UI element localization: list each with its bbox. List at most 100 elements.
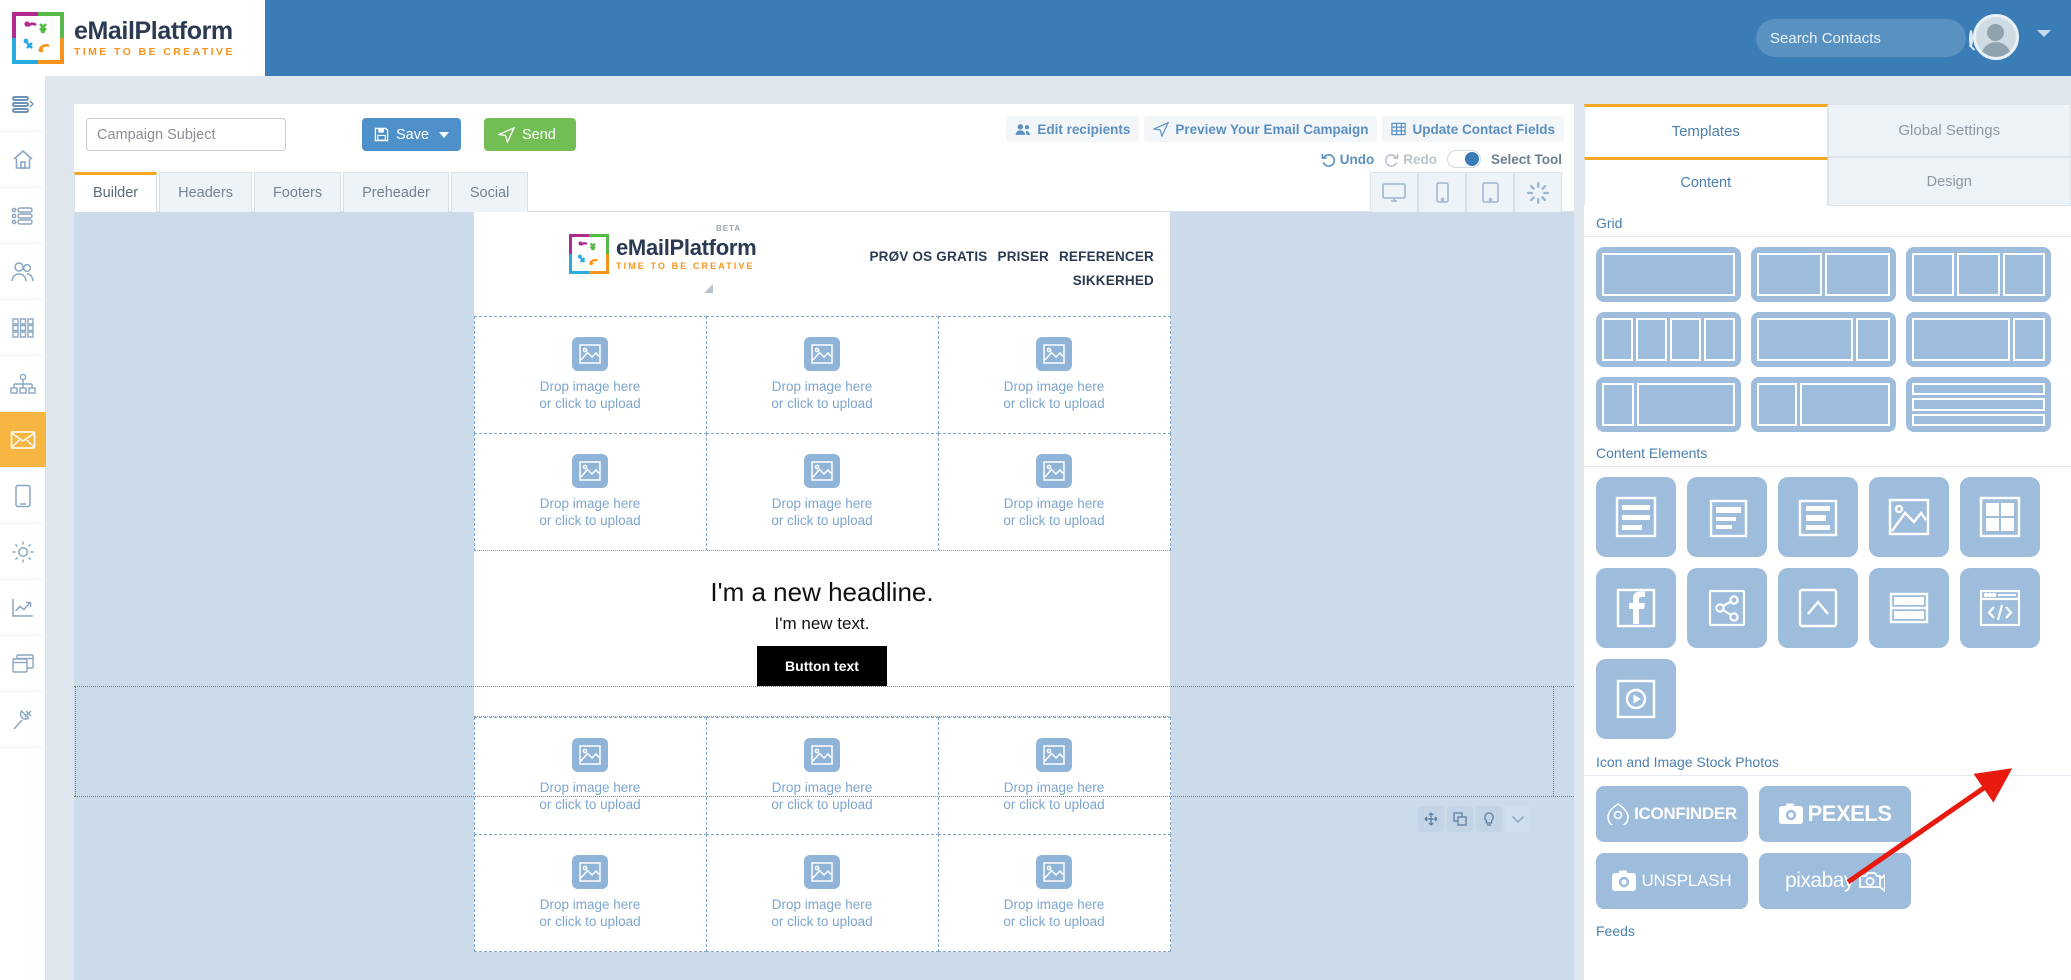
gallery-block-element[interactable] — [1960, 477, 2040, 557]
send-button[interactable]: Send — [484, 118, 576, 151]
block-tips-button[interactable] — [1476, 806, 1502, 832]
loading-preview-button[interactable] — [1514, 172, 1562, 212]
search-contacts-box[interactable] — [1756, 19, 1973, 57]
save-button[interactable]: Save — [362, 118, 462, 151]
grid-4-column[interactable] — [1596, 312, 1741, 367]
image-drop-cell[interactable]: Drop image here or click to upload — [937, 432, 1171, 551]
grid-wide-narrow-2[interactable] — [1906, 312, 2051, 367]
sidebar-item-campaigns[interactable] — [0, 412, 46, 468]
grid-three-rows[interactable] — [1906, 377, 2051, 432]
tab-templates[interactable]: Templates — [1584, 104, 1828, 157]
image-drop-cell[interactable]: Drop image here or click to upload — [705, 315, 939, 434]
drop-image-line1: Drop image here — [539, 495, 641, 511]
image-drop-cell[interactable]: Drop image here or click to upload — [705, 432, 939, 551]
search-input[interactable] — [1770, 29, 1969, 47]
text-block-element[interactable] — [1596, 477, 1676, 557]
headline-block[interactable]: I'm a new headline. I'm new text. Button… — [474, 550, 1170, 717]
tab-headers[interactable]: Headers — [159, 172, 252, 212]
tab-global-settings[interactable]: Global Settings — [1827, 104, 2071, 157]
tab-content[interactable]: Content — [1584, 157, 1828, 206]
text-block-alt-element[interactable] — [1687, 477, 1767, 557]
image-drop-cell[interactable]: Drop image here or click to upload — [937, 716, 1171, 835]
desktop-preview-button[interactable] — [1370, 172, 1418, 212]
sidebar-item-contacts[interactable] — [0, 244, 46, 300]
email-header[interactable]: eMailPlatform TIME TO BE CREATIVE BETA P… — [474, 212, 1170, 316]
sidebar-item-workflows[interactable] — [0, 356, 46, 412]
email-nav-item-1[interactable]: PRISER — [998, 249, 1049, 264]
image-drop-cell[interactable]: Drop image here or click to upload — [705, 716, 939, 835]
grid-3-column[interactable] — [1906, 247, 2051, 302]
sidebar-item-statistics[interactable] — [0, 580, 46, 636]
image-block-element[interactable] — [1869, 477, 1949, 557]
avatar[interactable] — [1973, 14, 2019, 60]
grid-narrow-wide[interactable] — [1596, 377, 1741, 432]
sidebar-item-lists[interactable] — [0, 188, 46, 244]
sidebar-item-menu-collapse[interactable] — [0, 76, 46, 132]
html-block-element[interactable] — [1960, 568, 2040, 648]
image-icon — [1036, 737, 1072, 772]
tab-social-label: Social — [469, 184, 510, 201]
image-drop-cell[interactable]: Drop image here or click to upload — [473, 315, 707, 434]
email-nav-item-3[interactable]: SIKKERHED — [1073, 273, 1154, 288]
share-block-element[interactable] — [1687, 568, 1767, 648]
select-tool-toggle[interactable] — [1446, 150, 1481, 168]
grid-2-column[interactable] — [1751, 247, 1896, 302]
divider-block-element[interactable] — [1778, 568, 1858, 648]
duplicate-block-button[interactable] — [1447, 806, 1473, 832]
sidebar-item-integrations[interactable] — [0, 692, 46, 748]
image-drop-cell[interactable]: Drop image here or click to upload — [937, 315, 1171, 434]
email-nav-item-2[interactable]: REFERENCER — [1059, 249, 1154, 264]
sidebar-item-landing-pages[interactable] — [0, 636, 46, 692]
unsplash-button[interactable]: UNSPLASH — [1596, 853, 1748, 909]
image-drop-cell[interactable]: Drop image here or click to upload — [473, 432, 707, 551]
update-contact-fields-button[interactable]: Update Contact Fields — [1382, 116, 1564, 142]
mobile-preview-button[interactable] — [1418, 172, 1466, 212]
cta-button[interactable]: Button text — [757, 646, 887, 686]
chevron-down-icon[interactable] — [2037, 30, 2051, 37]
grid-narrow-wide-2[interactable] — [1751, 377, 1896, 432]
drop-image-line2: or click to upload — [771, 913, 873, 929]
tab-footers[interactable]: Footers — [253, 172, 342, 212]
grid-1-column[interactable] — [1596, 247, 1741, 302]
split-block-element[interactable] — [1869, 568, 1949, 648]
move-block-button[interactable] — [1418, 806, 1444, 832]
redo-button[interactable]: Redo — [1384, 152, 1437, 167]
move-down-block-button[interactable] — [1505, 806, 1531, 832]
pexels-button[interactable]: PEXELS — [1759, 786, 1911, 842]
facebook-block-element[interactable] — [1596, 568, 1676, 648]
tab-builder[interactable]: Builder — [74, 172, 158, 212]
tab-design[interactable]: Design — [1827, 157, 2071, 206]
drop-image-line2: or click to upload — [1003, 913, 1105, 929]
tablet-preview-button[interactable] — [1466, 172, 1514, 212]
section-title-feeds: Feeds — [1596, 923, 1635, 939]
headline-text[interactable]: I'm a new headline. — [474, 577, 1170, 608]
sidebar-item-settings[interactable] — [0, 524, 46, 580]
image-drop-cell[interactable]: Drop image here or click to upload — [473, 716, 707, 835]
resize-handle-icon[interactable] — [704, 284, 713, 293]
body-text[interactable]: I'm new text. — [474, 614, 1170, 634]
users-icon — [1015, 123, 1031, 135]
undo-label: Undo — [1339, 151, 1375, 167]
chevron-down-icon[interactable] — [439, 131, 450, 138]
email-nav-item-0[interactable]: PRØV OS GRATIS — [869, 249, 987, 264]
sidebar-item-apps[interactable] — [0, 300, 46, 356]
edit-recipients-button[interactable]: Edit recipients — [1006, 116, 1140, 142]
app-logo[interactable]: eMailPlatform TIME TO BE CREATIVE — [0, 0, 265, 76]
pixabay-button[interactable]: pixabay — [1759, 853, 1911, 909]
campaign-subject-input[interactable] — [86, 118, 286, 151]
left-sidebar — [0, 76, 46, 980]
sidebar-item-mobile[interactable] — [0, 468, 46, 524]
sidebar-item-home[interactable] — [0, 132, 46, 188]
video-block-element[interactable] — [1596, 659, 1676, 739]
email-canvas[interactable]: eMailPlatform TIME TO BE CREATIVE BETA P… — [74, 212, 1574, 980]
preview-campaign-button[interactable]: Preview Your Email Campaign — [1144, 116, 1378, 142]
tab-preheader[interactable]: Preheader — [343, 172, 449, 212]
image-drop-cell[interactable]: Drop image here or click to upload — [473, 833, 707, 952]
iconfinder-button[interactable]: ICONFINDER — [1596, 786, 1748, 842]
tab-social[interactable]: Social — [450, 172, 529, 212]
grid-wide-narrow[interactable] — [1751, 312, 1896, 367]
image-drop-cell[interactable]: Drop image here or click to upload — [705, 833, 939, 952]
heading-block-element[interactable] — [1778, 477, 1858, 557]
undo-button[interactable]: Undo — [1321, 151, 1375, 167]
image-drop-cell[interactable]: Drop image here or click to upload — [937, 833, 1171, 952]
